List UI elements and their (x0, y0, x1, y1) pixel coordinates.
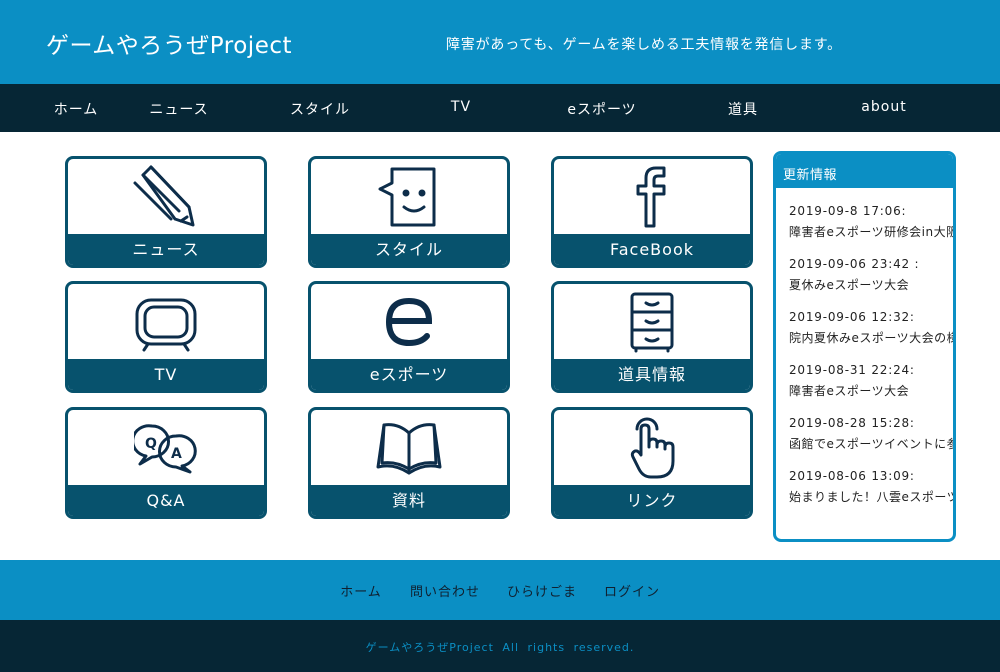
svg-text:Q: Q (145, 436, 157, 452)
footer-link-home[interactable]: ホーム (340, 581, 382, 600)
update-date: 2019-09-8 17:06: (789, 204, 907, 218)
update-item[interactable]: 2019-08-28 15:28: 函館でeスポーツイベントに参加 (789, 414, 953, 453)
tile-esports[interactable]: eスポーツ (308, 281, 510, 393)
tile-label: TV (68, 359, 264, 390)
update-title-link[interactable]: 始まりました！八雲eスポーツ (789, 488, 953, 506)
nav-item-news[interactable]: ニュース (149, 99, 208, 119)
update-item[interactable]: 2019-09-06 23:42 : 夏休みeスポーツ大会 (789, 255, 953, 294)
tile-label: eスポーツ (311, 359, 507, 390)
tile-materials[interactable]: 資料 (308, 407, 510, 519)
site-title[interactable]: ゲームやろうぜProject (46, 26, 292, 60)
update-date: 2019-08-28 15:28: (789, 416, 915, 430)
update-title-link[interactable]: 函館でeスポーツイベントに参加 (789, 435, 953, 453)
footer-link-contact[interactable]: 問い合わせ (410, 581, 480, 600)
copyright-text: ゲームやろうぜProject All rights reserved. (365, 641, 635, 654)
update-date: 2019-09-06 23:42 : (789, 257, 920, 271)
tile-tv[interactable]: TV (65, 281, 267, 393)
update-date: 2019-08-06 13:09: (789, 469, 915, 483)
tile-label: スタイル (311, 234, 507, 265)
nav-item-tools[interactable]: 道具 (728, 99, 758, 119)
nav-item-home[interactable]: ホーム (54, 99, 99, 119)
updates-title: 更新情報 (776, 154, 953, 188)
main-nav: ホーム ニュース スタイル TV eスポーツ 道具 about (0, 84, 1000, 132)
update-date: 2019-08-31 22:24: (789, 363, 915, 377)
tv-icon (68, 284, 264, 360)
update-date: 2019-09-06 12:32: (789, 310, 915, 324)
update-item[interactable]: 2019-08-31 22:24: 障害者eスポーツ大会 (789, 361, 953, 400)
nav-item-esports[interactable]: eスポーツ (567, 99, 636, 119)
update-item[interactable]: 2019-09-8 17:06: 障害者eスポーツ研修会in大阪 (789, 202, 953, 241)
tile-label: リンク (554, 485, 750, 516)
svg-text:A: A (171, 446, 182, 462)
updates-panel: 更新情報 2019-09-8 17:06: 障害者eスポーツ研修会in大阪 20… (773, 151, 956, 542)
e-letter-icon (311, 284, 507, 360)
update-title-link[interactable]: 障害者eスポーツ大会 (789, 382, 953, 400)
tile-label: Q&A (68, 485, 264, 516)
tile-label: 道具情報 (554, 359, 750, 390)
pencil-icon (68, 159, 264, 235)
tile-facebook[interactable]: FaceBook (551, 156, 753, 268)
tile-qa[interactable]: Q A Q&A (65, 407, 267, 519)
face-speech-icon (311, 159, 507, 235)
qa-bubbles-icon: Q A (68, 410, 264, 486)
tile-links[interactable]: リンク (551, 407, 753, 519)
tile-label: FaceBook (554, 234, 750, 265)
nav-item-about[interactable]: about (861, 99, 906, 115)
tile-label: ニュース (68, 234, 264, 265)
footer-links: ホーム 問い合わせ ひらけごま ログイン (0, 560, 1000, 620)
tile-tools[interactable]: 道具情報 (551, 281, 753, 393)
nav-item-tv[interactable]: TV (451, 99, 471, 115)
update-title-link[interactable]: 夏休みeスポーツ大会 (789, 276, 953, 294)
cabinet-icon (554, 284, 750, 360)
pointing-hand-icon (554, 410, 750, 486)
update-title-link[interactable]: 障害者eスポーツ研修会in大阪 (789, 223, 953, 241)
facebook-icon (554, 159, 750, 235)
site-header: ゲームやろうぜProject 障害があっても、ゲームを楽しめる工夫情報を発信しま… (0, 0, 1000, 84)
tile-style[interactable]: スタイル (308, 156, 510, 268)
footer-link-login[interactable]: ログイン (604, 581, 660, 600)
nav-item-style[interactable]: スタイル (290, 99, 350, 119)
footer-link-hirakegoma[interactable]: ひらけごま (507, 581, 577, 600)
site-tagline: 障害があっても、ゲームを楽しめる工夫情報を発信します。 (446, 37, 842, 53)
footer-bottom: ゲームやろうぜProject All rights reserved. (0, 620, 1000, 672)
open-book-icon (311, 410, 507, 486)
update-title-link[interactable]: 院内夏休みeスポーツ大会の様子 (789, 329, 953, 347)
update-item[interactable]: 2019-08-06 13:09: 始まりました！八雲eスポーツ (789, 467, 953, 506)
tile-label: 資料 (311, 485, 507, 516)
tile-news[interactable]: ニュース (65, 156, 267, 268)
update-item[interactable]: 2019-09-06 12:32: 院内夏休みeスポーツ大会の様子 (789, 308, 953, 347)
